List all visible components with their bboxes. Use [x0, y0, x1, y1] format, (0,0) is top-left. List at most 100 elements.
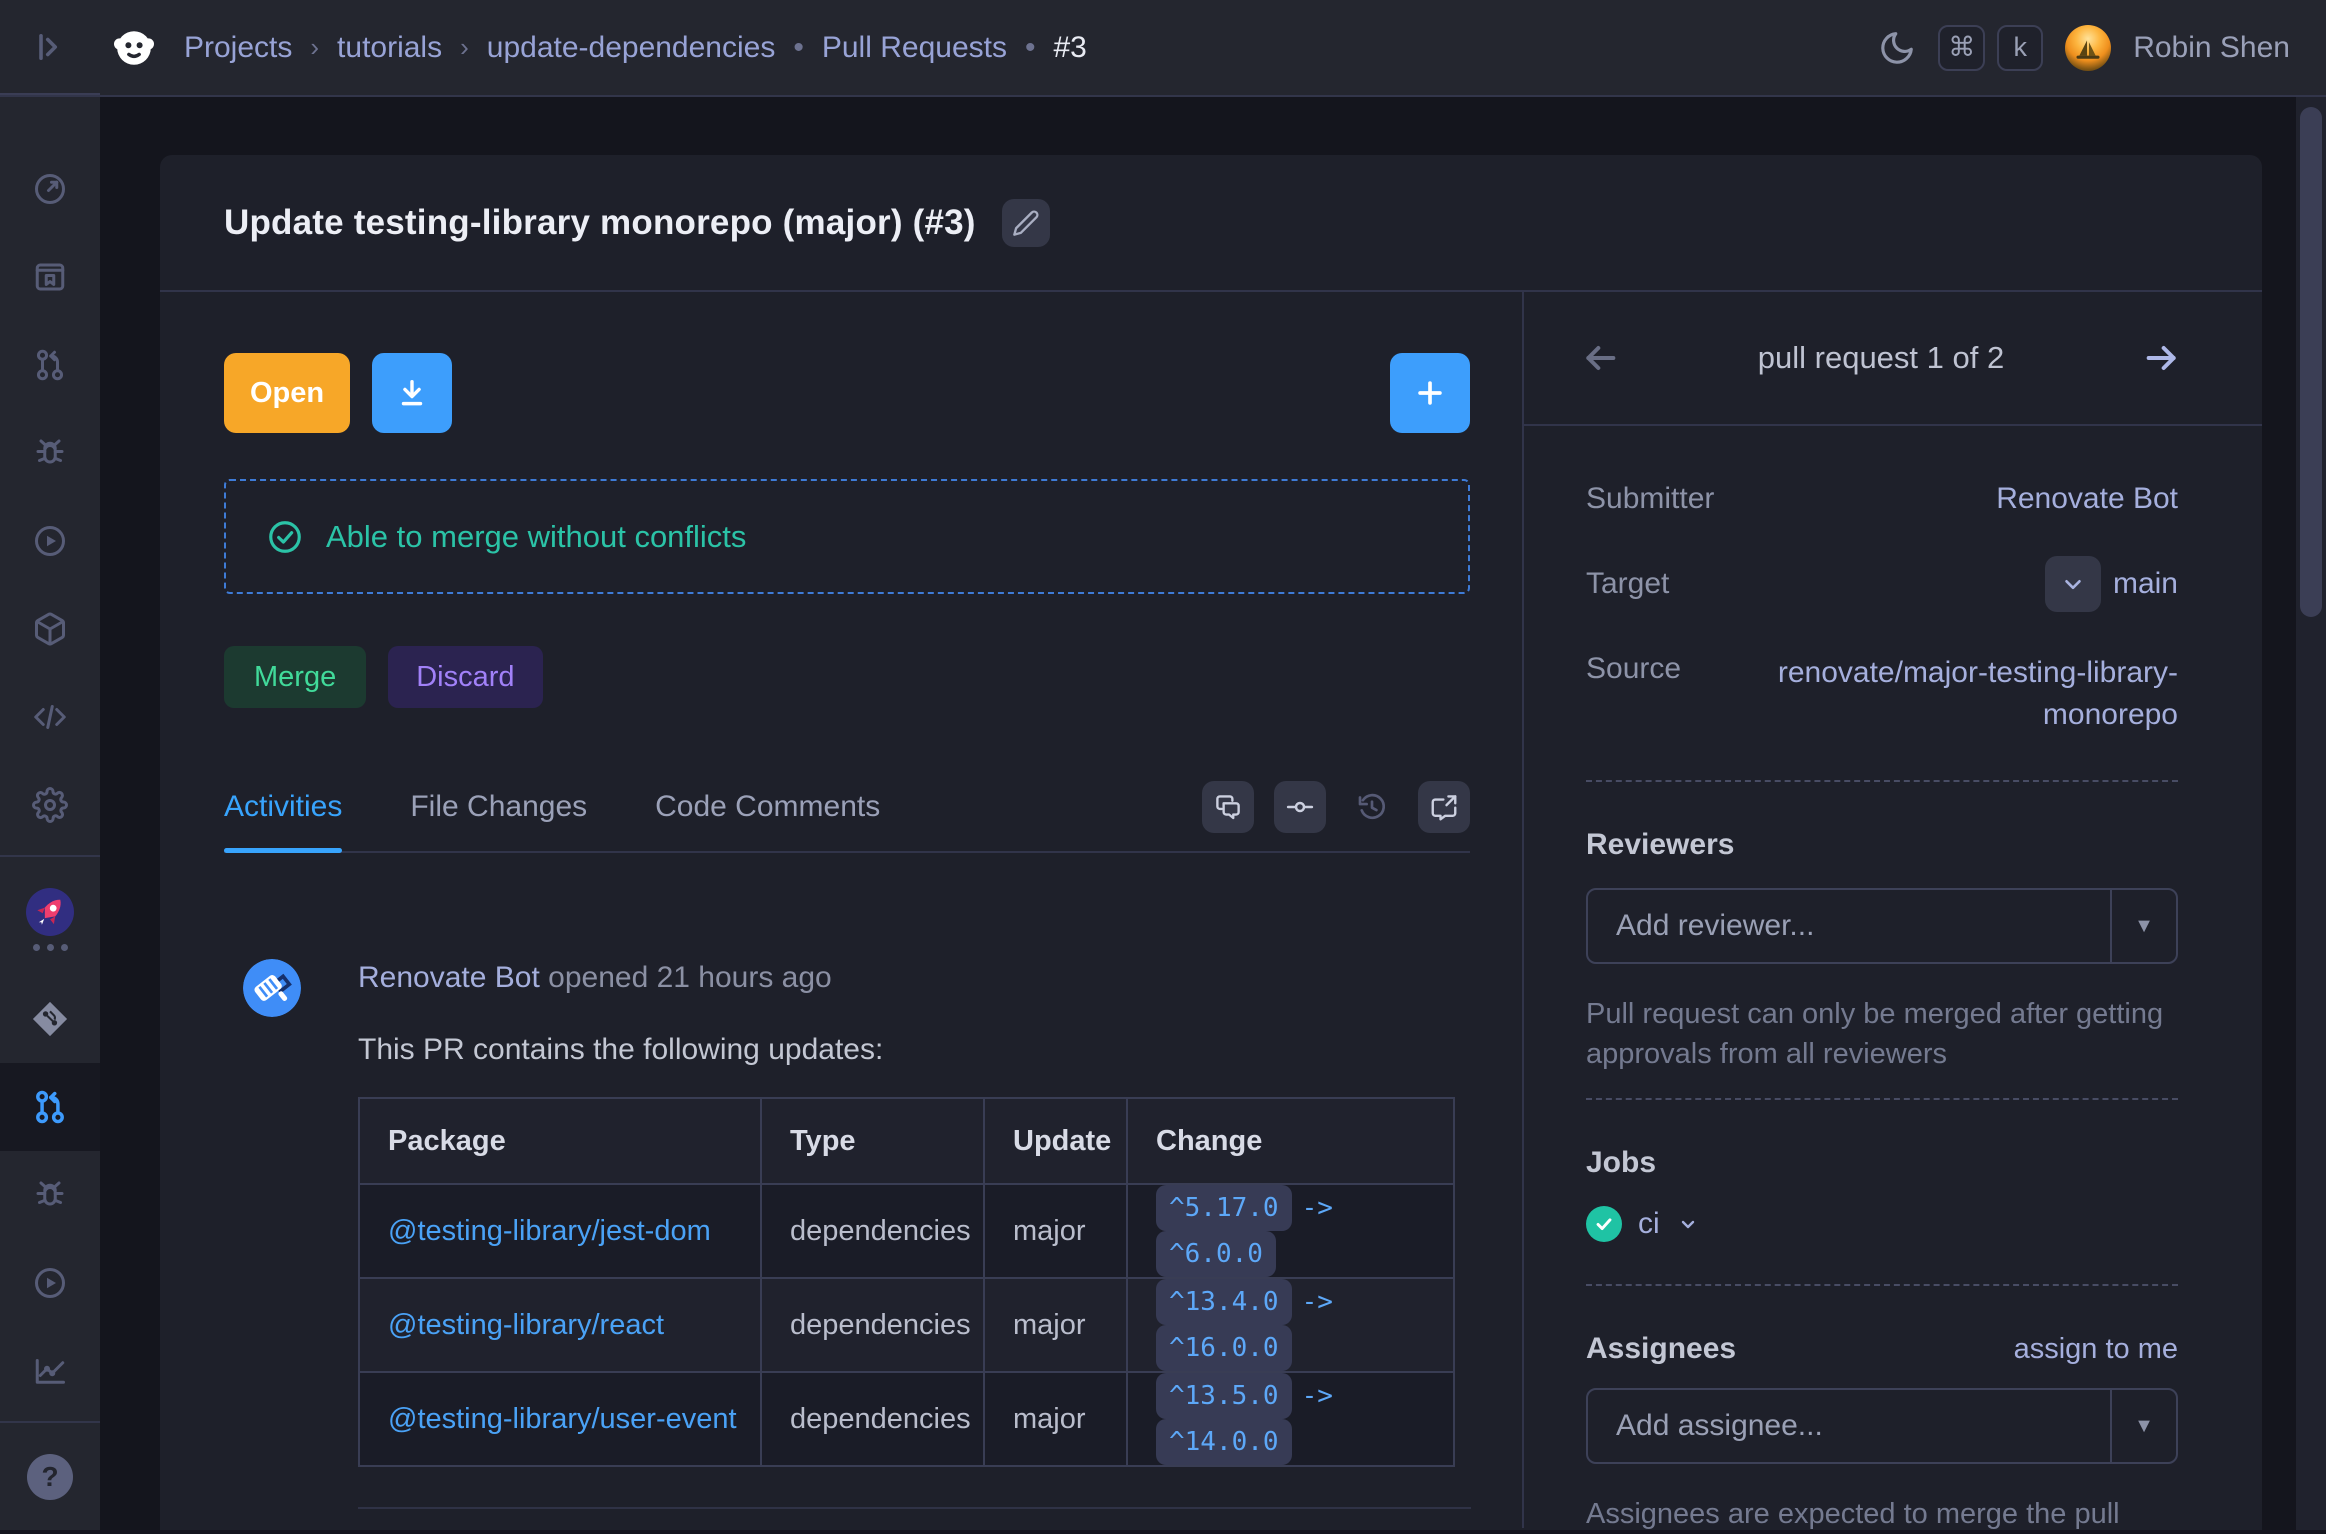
next-pr-arrow-icon[interactable] [2142, 338, 2182, 378]
nav-issues-icon[interactable] [0, 409, 100, 497]
select-caret-icon: ▼ [2110, 1390, 2176, 1462]
reviewers-note: Pull request can only be merged after ge… [1586, 994, 2178, 1074]
add-reviewer-select[interactable]: Add reviewer... ▼ [1586, 888, 2178, 964]
pr-actions-row: Merge Discard [224, 646, 1470, 708]
activity-author-link[interactable]: Renovate Bot [358, 961, 540, 994]
version-to-chip: ^14.0.0 [1156, 1419, 1292, 1465]
shortcut-cmd-key[interactable]: ⌘ [1938, 25, 1985, 71]
project-issues-icon[interactable] [0, 1151, 100, 1239]
dep-type: dependencies [761, 1372, 984, 1466]
nav-dashboards-icon[interactable] [0, 145, 100, 233]
pull-request-card: Update testing-library monorepo (major) … [160, 155, 2262, 1530]
left-nav-rail: ? [0, 97, 100, 1530]
job-expand-chevron-icon[interactable] [1676, 1212, 1700, 1236]
scrollbar-thumb[interactable] [2300, 107, 2322, 617]
merge-status-text: Able to merge without conflicts [326, 519, 746, 555]
dark-mode-toggle-moon-icon[interactable] [1878, 29, 1916, 67]
tab-activities[interactable]: Activities [224, 763, 342, 851]
history-icon[interactable] [1346, 781, 1398, 833]
dep-update: major [984, 1372, 1127, 1466]
section-divider [1586, 1284, 2178, 1286]
column-header-package: Package [359, 1098, 761, 1184]
breadcrumb-repo[interactable]: update-dependencies [487, 31, 776, 65]
nav-administration-icon[interactable] [0, 761, 100, 849]
project-code-git-icon[interactable] [0, 975, 100, 1063]
project-more-menu-icon[interactable] [33, 944, 68, 951]
help-icon[interactable]: ? [0, 1429, 100, 1525]
nav-code-search-icon[interactable] [0, 673, 100, 761]
previous-pr-arrow-icon[interactable] [1580, 338, 1620, 378]
job-ci-link[interactable]: ci [1638, 1207, 1660, 1241]
project-builds-icon[interactable] [0, 1239, 100, 1327]
changes-since-comment-icon[interactable] [1418, 781, 1470, 833]
add-assignee-placeholder: Add assignee... [1588, 1409, 2110, 1443]
pr-pager-label: pull request 1 of 2 [1758, 340, 2004, 376]
source-branch-link[interactable]: renovate/major-testing-library-monorepo [1748, 652, 2178, 736]
breadcrumb-workspace[interactable]: tutorials [337, 31, 442, 65]
breadcrumb-dot-icon: • [1025, 31, 1036, 65]
user-name[interactable]: Robin Shen [2133, 31, 2290, 65]
dep-update: major [984, 1184, 1127, 1278]
table-row: @testing-library/jest-dom dependencies m… [359, 1184, 1454, 1278]
submitter-value-link[interactable]: Renovate Bot [1996, 482, 2178, 516]
project-stats-icon[interactable] [0, 1327, 100, 1415]
table-row: @testing-library/react dependencies majo… [359, 1278, 1454, 1372]
project-avatar[interactable] [0, 863, 100, 975]
download-patch-button[interactable] [372, 353, 452, 433]
page-scrollbar [2296, 97, 2326, 1530]
package-link[interactable]: @testing-library/jest-dom [388, 1215, 711, 1247]
package-link[interactable]: @testing-library/react [388, 1309, 664, 1341]
nav-projects-icon[interactable] [0, 233, 100, 321]
reviewers-heading: Reviewers [1586, 828, 2178, 862]
nav-pull-requests-icon[interactable] [0, 321, 100, 409]
renovate-bot-avatar [243, 959, 301, 1017]
dep-type: dependencies [761, 1184, 984, 1278]
breadcrumb-section-pull-requests[interactable]: Pull Requests [822, 31, 1007, 65]
nav-divider [0, 855, 100, 857]
target-branch-link[interactable]: main [2113, 567, 2178, 601]
breadcrumb-dot-icon: • [793, 31, 804, 65]
onedev-logo-icon[interactable] [110, 24, 158, 72]
target-row: Target main [1586, 556, 2178, 612]
tab-file-changes[interactable]: File Changes [410, 763, 587, 851]
user-avatar[interactable] [2065, 25, 2111, 71]
target-branch-dropdown-icon[interactable] [2045, 556, 2101, 612]
check-circle-icon [266, 518, 304, 556]
version-from-chip: ^5.17.0 [1156, 1185, 1292, 1231]
edit-title-button[interactable] [1002, 199, 1050, 247]
version-arrow: -> [1302, 1381, 1333, 1411]
merge-status-box: Able to merge without conflicts [224, 479, 1470, 594]
version-from-chip: ^13.4.0 [1156, 1279, 1292, 1325]
breadcrumb-pr-number: #3 [1053, 31, 1086, 65]
add-comment-button[interactable] [1390, 353, 1470, 433]
column-header-type: Type [761, 1098, 984, 1184]
pr-main-column: Open [160, 292, 1524, 1528]
version-from-chip: ^13.5.0 [1156, 1373, 1292, 1419]
shortcut-k-key[interactable]: k [1997, 25, 2043, 71]
pr-state-row: Open [224, 353, 1470, 433]
discard-button[interactable]: Discard [388, 646, 542, 708]
activity-intro-text: This PR contains the following updates: [358, 1033, 1470, 1067]
target-label: Target [1586, 567, 1669, 601]
submitter-label: Submitter [1586, 482, 1714, 516]
version-to-chip: ^6.0.0 [1156, 1231, 1276, 1277]
breadcrumb-projects[interactable]: Projects [184, 31, 292, 65]
tab-code-comments[interactable]: Code Comments [655, 763, 880, 851]
toggle-commits-icon[interactable] [1274, 781, 1326, 833]
dep-change: ^13.4.0->^16.0.0 [1127, 1278, 1454, 1372]
assign-to-me-link[interactable]: assign to me [2014, 1333, 2178, 1366]
sidebar-expand-icon[interactable] [0, 0, 100, 95]
pr-side-panel: pull request 1 of 2 Submitter Renovate B… [1524, 292, 2262, 1528]
project-pull-requests-icon[interactable] [0, 1063, 100, 1151]
pr-state-badge: Open [224, 353, 350, 433]
nav-packages-icon[interactable] [0, 585, 100, 673]
add-assignee-select[interactable]: Add assignee... ▼ [1586, 1388, 2178, 1464]
merge-button[interactable]: Merge [224, 646, 366, 708]
toggle-comments-icon[interactable] [1202, 781, 1254, 833]
package-link[interactable]: @testing-library/user-event [388, 1403, 737, 1435]
topbar-actions: ⌘ k Robin Shen [1878, 25, 2290, 71]
nav-builds-icon[interactable] [0, 497, 100, 585]
version-arrow: -> [1302, 1193, 1333, 1223]
assignees-note: Assignees are expected to merge the pull [1586, 1494, 2178, 1534]
activity-divider [358, 1467, 1471, 1509]
